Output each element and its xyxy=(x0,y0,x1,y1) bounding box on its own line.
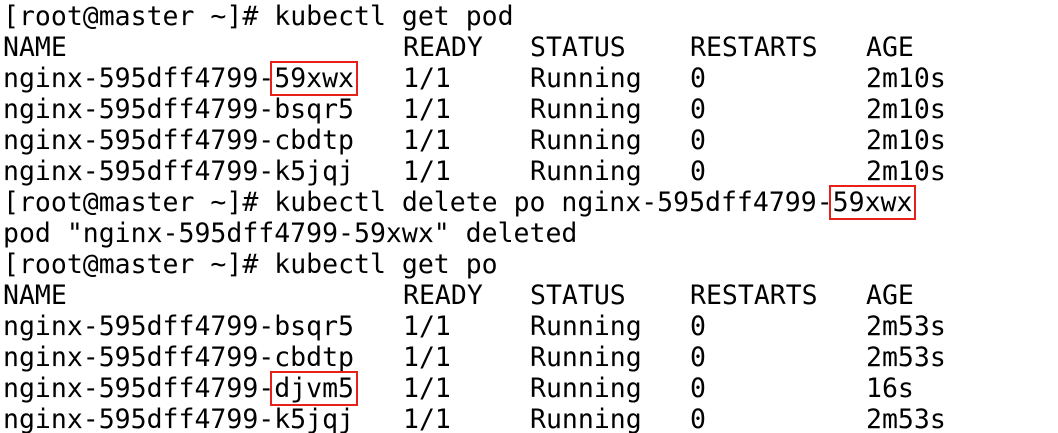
pod-name: nginx-595dff4799-cbdtp xyxy=(3,342,354,373)
status-cell: Running xyxy=(530,156,642,187)
prompt-line: [root@master ~]# kubectl get po xyxy=(3,249,498,280)
age-cell: 16s xyxy=(866,373,914,404)
restarts-cell: 0 xyxy=(690,63,706,94)
restarts-cell: 0 xyxy=(690,94,706,125)
header-ready: READY xyxy=(403,280,483,311)
pod-name: nginx-595dff4799-bsqr5 xyxy=(3,94,354,125)
highlighted-pod-suffix: 59xwx xyxy=(828,185,917,220)
pod-name: nginx-595dff4799-bsqr5 xyxy=(3,311,354,342)
header-restarts: RESTARTS xyxy=(690,280,818,311)
shell-prompt: [root@master ~]# xyxy=(3,249,259,280)
age-cell: 2m53s xyxy=(866,311,946,342)
pod-name: nginx-595dff4799-k5jqj xyxy=(3,156,354,187)
highlighted-pod-suffix: djvm5 xyxy=(270,371,359,406)
pod-name-cell: nginx-595dff4799-cbdtp xyxy=(3,125,354,156)
pod-name-cell: nginx-595dff4799-k5jqj xyxy=(3,404,354,433)
ready-cell: 1/1 xyxy=(403,125,451,156)
shell-prompt: [root@master ~]# xyxy=(3,187,259,218)
pod-name-cell: nginx-595dff4799-59xwx xyxy=(3,61,359,96)
header-status: STATUS xyxy=(530,32,626,63)
pod-name-cell: nginx-595dff4799-k5jqj xyxy=(3,156,354,187)
status-cell: Running xyxy=(530,373,642,404)
header-age: AGE xyxy=(866,32,914,63)
ready-cell: 1/1 xyxy=(403,63,451,94)
age-cell: 2m53s xyxy=(866,342,946,373)
status-cell: Running xyxy=(530,94,642,125)
prompt-line: [root@master ~]# kubectl get pod xyxy=(3,1,514,32)
age-cell: 2m53s xyxy=(866,404,946,433)
restarts-cell: 0 xyxy=(690,125,706,156)
pod-name-cell: nginx-595dff4799-bsqr5 xyxy=(3,311,354,342)
pod-name: nginx-595dff4799-cbdtp xyxy=(3,125,354,156)
age-cell: 2m10s xyxy=(866,94,946,125)
pod-name-cell: nginx-595dff4799-bsqr5 xyxy=(3,94,354,125)
pod-name-cell: nginx-595dff4799-djvm5 xyxy=(3,371,359,406)
ready-cell: 1/1 xyxy=(403,94,451,125)
header-status: STATUS xyxy=(530,280,626,311)
pod-name: nginx-595dff4799- xyxy=(3,373,275,404)
header-name: NAME xyxy=(3,280,67,311)
command-output-line: pod "nginx-595dff4799-59xwx" deleted xyxy=(3,218,577,249)
terminal-window[interactable]: [root@master ~]# kubectl get pod NAME READ… xyxy=(0,0,1058,433)
status-cell: Running xyxy=(530,125,642,156)
prompt-line: [root@master ~]# kubectl delete po nginx… xyxy=(3,185,917,220)
ready-cell: 1/1 xyxy=(403,311,451,342)
command-text: kubectl delete po nginx-595dff4799- xyxy=(274,187,833,218)
header-ready: READY xyxy=(403,32,483,63)
restarts-cell: 0 xyxy=(690,156,706,187)
command-text: kubectl get po xyxy=(274,249,498,280)
age-cell: 2m10s xyxy=(866,156,946,187)
shell-prompt: [root@master ~]# xyxy=(3,1,259,32)
status-cell: Running xyxy=(530,404,642,433)
restarts-cell: 0 xyxy=(690,311,706,342)
command-text: kubectl get pod xyxy=(274,1,514,32)
pod-name: nginx-595dff4799- xyxy=(3,63,275,94)
pod-name: nginx-595dff4799-k5jqj xyxy=(3,404,354,433)
age-cell: 2m10s xyxy=(866,125,946,156)
ready-cell: 1/1 xyxy=(403,156,451,187)
restarts-cell: 0 xyxy=(690,373,706,404)
ready-cell: 1/1 xyxy=(403,404,451,433)
ready-cell: 1/1 xyxy=(403,373,451,404)
header-restarts: RESTARTS xyxy=(690,32,818,63)
output-text: pod "nginx-595dff4799-59xwx" deleted xyxy=(3,218,578,249)
age-cell: 2m10s xyxy=(866,63,946,94)
header-name: NAME xyxy=(3,32,67,63)
status-cell: Running xyxy=(530,342,642,373)
status-cell: Running xyxy=(530,311,642,342)
status-cell: Running xyxy=(530,63,642,94)
ready-cell: 1/1 xyxy=(403,342,451,373)
restarts-cell: 0 xyxy=(690,404,706,433)
header-age: AGE xyxy=(866,280,914,311)
highlighted-pod-suffix: 59xwx xyxy=(270,61,359,96)
restarts-cell: 0 xyxy=(690,342,706,373)
pod-name-cell: nginx-595dff4799-cbdtp xyxy=(3,342,354,373)
